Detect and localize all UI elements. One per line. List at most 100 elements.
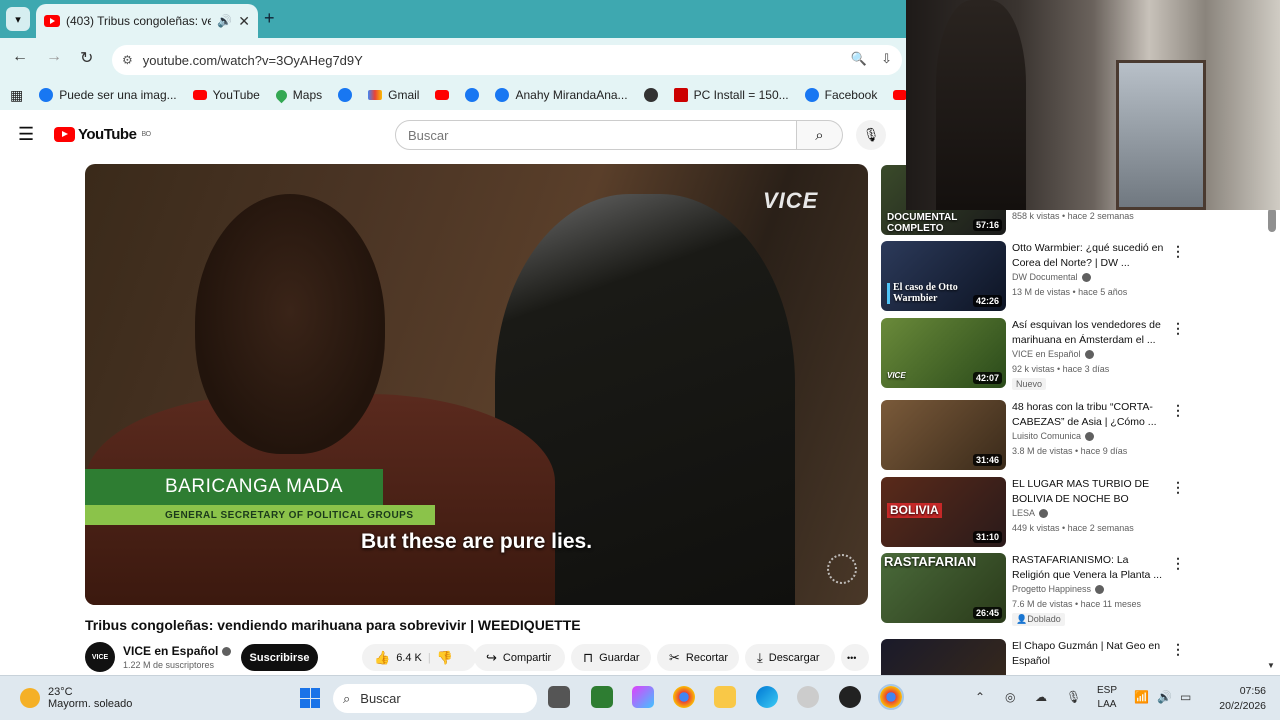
video-player[interactable]: VICE BARICANGA MADA GENERAL SECRETARY OF…	[85, 164, 868, 605]
zoom-icon[interactable]: 🔍	[851, 51, 867, 67]
search-input[interactable]: Buscar	[395, 120, 797, 150]
recommendation-item[interactable]: VICE 42:07 Así esquivan los vendedores d…	[881, 318, 1185, 390]
more-options-icon[interactable]: ⋮	[1171, 402, 1185, 419]
chrome-active-icon[interactable]	[878, 684, 904, 710]
more-options-icon[interactable]: ⋮	[1171, 243, 1185, 260]
video-thumbnail[interactable]: RASTAFARIAN 26:45	[881, 553, 1006, 623]
app-icon[interactable]	[797, 686, 819, 708]
file-explorer-icon[interactable]	[714, 686, 736, 708]
more-options-icon[interactable]: ⋮	[1171, 641, 1181, 658]
video-thumbnail[interactable]: VICE 42:07	[881, 318, 1006, 388]
scrollbar-thumb[interactable]	[1268, 208, 1276, 232]
bookmark-item[interactable]: Anahy MirandaAna...	[495, 88, 628, 102]
language-indicator[interactable]: ESP LAA	[1097, 684, 1117, 712]
recommendation-item[interactable]: 31:46 48 horas con la tribu “CORTA-CABEZ…	[881, 400, 1185, 472]
menu-icon[interactable]: ☰	[18, 124, 34, 145]
dislike-icon[interactable]: 👎	[437, 650, 453, 666]
bookmark-item[interactable]	[893, 90, 906, 100]
chrome-icon[interactable]	[673, 686, 695, 708]
channel-name[interactable]: Luisito Comunica	[1012, 431, 1095, 442]
facebook-icon	[338, 88, 353, 102]
video-title[interactable]: Otto Warmbier: ¿qué sucedió en Corea del…	[1012, 241, 1167, 271]
reload-icon[interactable]: ↻	[80, 48, 93, 68]
speaker-icon[interactable]: 🔊	[217, 14, 232, 28]
address-bar[interactable]: ⚙ youtube.com/watch?v=3OyAHeg7d9Y 🔍 ⇩	[112, 45, 902, 75]
channel-name-text[interactable]: VICE en Español	[123, 644, 218, 658]
close-tab-icon[interactable]: ✕	[238, 13, 250, 30]
browser-tab[interactable]: (403) Tribus congoleñas: ven 🔊 ✕	[36, 4, 258, 38]
clip-button[interactable]: ✂ Recortar	[657, 644, 739, 671]
tab-search-chevron-icon[interactable]: ▾	[6, 7, 30, 31]
new-tab-button[interactable]: +	[264, 8, 275, 29]
more-options-icon[interactable]: ⋮	[1171, 320, 1185, 337]
video-title[interactable]: RASTAFARIANISMO: La Religión que Venera …	[1012, 553, 1167, 583]
bookmark-item[interactable]: Puede ser una imag...	[39, 88, 177, 102]
video-title[interactable]: 48 horas con la tribu “CORTA-CABEZAS” de…	[1012, 400, 1167, 430]
download-button[interactable]: ⤓ Descargar	[745, 644, 835, 671]
battery-icon[interactable]: ▭	[1180, 690, 1191, 704]
channel-avatar[interactable]: VICE	[85, 642, 115, 672]
scroll-down-arrow-icon[interactable]: ▼	[1267, 661, 1275, 670]
youtube-logo[interactable]: YouTube BO	[54, 126, 151, 143]
bookmark-item[interactable]: Maps	[273, 87, 322, 103]
lang-code: ESP	[1097, 685, 1118, 696]
channel-name[interactable]: VICE en Español	[1012, 349, 1094, 360]
channel-name[interactable]: DW Documental	[1012, 272, 1091, 283]
bookmark-item[interactable]	[643, 88, 658, 102]
windows-start-icon[interactable]	[300, 688, 320, 708]
video-thumbnail[interactable]: El caso de Otto Warmbier 42:26	[881, 241, 1006, 311]
url-text[interactable]: youtube.com/watch?v=3OyAHeg7d9Y	[143, 53, 363, 68]
recommendation-item[interactable]: RASTAFARIAN 26:45 RASTAFARIANISMO: La Re…	[881, 553, 1185, 626]
video-title[interactable]: EL LUGAR MAS TURBIO DE BOLIVIA DE NOCHE …	[1012, 477, 1167, 507]
more-options-icon[interactable]: ⋮	[1171, 479, 1185, 496]
video-thumbnail[interactable]: 31:46	[881, 400, 1006, 470]
channel-name[interactable]: VICE en Español	[123, 644, 232, 658]
volume-icon[interactable]: 🔊	[1157, 690, 1172, 704]
video-title[interactable]: El Chapo Guzmán | Nat Geo en Español	[1012, 639, 1167, 669]
tray-app-icon[interactable]: ◎	[1005, 690, 1015, 704]
video-thumbnail[interactable]: BOLIVIA 31:10	[881, 477, 1006, 547]
verified-icon	[1084, 350, 1094, 360]
bookmark-item[interactable]: Facebook	[804, 88, 877, 102]
apps-grid-icon[interactable]: ▦	[10, 87, 23, 104]
taskbar-search[interactable]: ⌕ Buscar	[333, 684, 537, 713]
copilot-icon[interactable]	[632, 686, 654, 708]
share-button[interactable]: ↪ Compartir	[474, 644, 565, 671]
app-icon[interactable]	[839, 686, 861, 708]
bookmark-item[interactable]: Gmail	[368, 88, 419, 102]
tray-chevron-icon[interactable]: ⌃	[975, 690, 985, 704]
voice-search-button[interactable]: 🎙	[856, 120, 886, 150]
bookmark-item[interactable]	[465, 88, 480, 102]
video-thumbnail[interactable]	[881, 639, 1006, 675]
like-count[interactable]: 6.4 K	[396, 652, 422, 664]
tray-cloud-icon[interactable]: ☁	[1035, 690, 1047, 704]
forward-arrow-icon[interactable]: →	[46, 48, 62, 66]
weather-widget[interactable]: 23°C Mayorm. soleado	[20, 686, 132, 710]
task-view-icon[interactable]	[548, 686, 570, 708]
more-options-icon[interactable]: ⋮	[1171, 555, 1185, 572]
game-app-icon[interactable]	[591, 686, 613, 708]
like-icon[interactable]: 👍	[374, 650, 390, 666]
subscribe-button[interactable]: Suscribirse	[241, 644, 318, 671]
recommendation-item[interactable]: El caso de Otto Warmbier 42:26 Otto Warm…	[881, 241, 1185, 313]
edge-icon[interactable]	[756, 686, 778, 708]
site-info-icon[interactable]: ⚙	[122, 53, 133, 67]
subscribe-watermark-icon[interactable]	[827, 554, 857, 584]
back-arrow-icon[interactable]: ←	[12, 48, 28, 66]
tray-mic-icon[interactable]: 🎙	[1066, 690, 1081, 704]
install-app-icon[interactable]: ⇩	[881, 51, 892, 67]
video-title[interactable]: Así esquivan los vendedores de marihuana…	[1012, 318, 1167, 348]
bookmark-item[interactable]: YouTube	[192, 88, 260, 102]
recommendation-item[interactable]: BOLIVIA 31:10 EL LUGAR MAS TURBIO DE BOL…	[881, 477, 1185, 549]
more-actions-button[interactable]: •••	[841, 644, 869, 671]
bookmark-item[interactable]	[338, 88, 353, 102]
save-button[interactable]: ⊓ Guardar	[571, 644, 651, 671]
channel-name[interactable]: LESA	[1012, 508, 1049, 519]
bookmark-item[interactable]	[435, 90, 450, 100]
channel-name[interactable]: Progetto Happiness	[1012, 584, 1105, 595]
search-button[interactable]: ⌕	[797, 120, 843, 150]
wifi-icon[interactable]: 📶	[1134, 690, 1149, 704]
bookmark-item[interactable]: PC Install = 150...	[673, 88, 789, 102]
recommendation-item[interactable]: El Chapo Guzmán | Nat Geo en Español ⋮	[881, 639, 1181, 675]
clock[interactable]: 07:56 20/2/2026	[1210, 684, 1266, 714]
